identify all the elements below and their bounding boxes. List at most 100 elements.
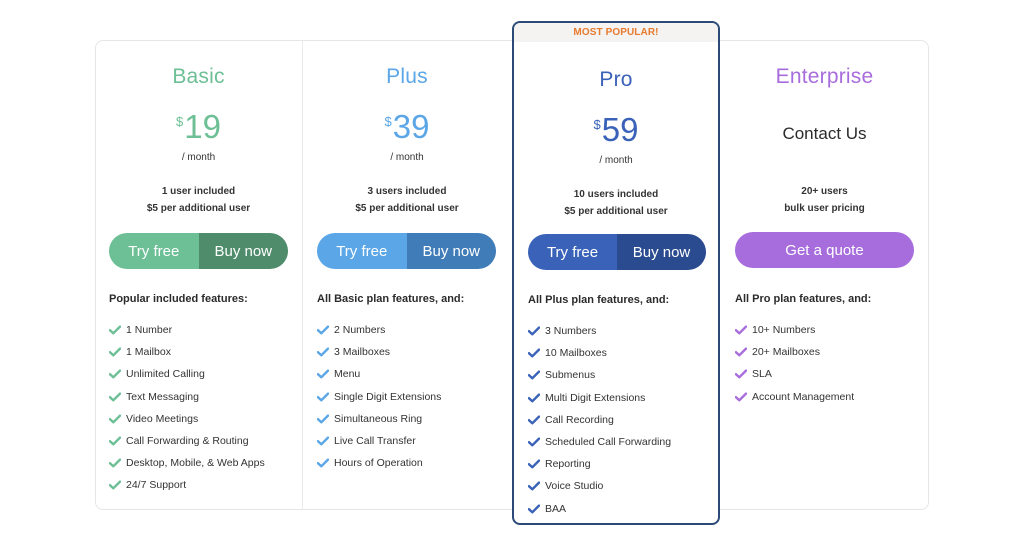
feature-item: Desktop, Mobile, & Web Apps [109, 452, 298, 474]
users-included: 3 users included [367, 186, 447, 197]
billing-period: / month [599, 155, 633, 166]
checkmark-icon [109, 347, 121, 357]
plan-name: Pro [599, 68, 633, 91]
additional-user-price: $5 per additional user [564, 206, 668, 217]
most-popular-badge: MOST POPULAR! [514, 23, 718, 42]
feature-list: 3 Numbers 10 Mailboxes Submenus Multi Digit… [528, 320, 714, 520]
features-title: All Basic plan features, and: [317, 293, 465, 305]
feature-label: BAA [545, 502, 567, 515]
feature-list: 1 Number 1 Mailbox Unlimited Calling Text M… [109, 319, 298, 497]
feature-label: 10+ Numbers [752, 324, 816, 337]
checkmark-icon [109, 414, 121, 424]
users-info: 20+ users bulk user pricing [720, 183, 929, 217]
features-title: Popular included features: [109, 293, 248, 305]
checkmark-icon [317, 436, 329, 446]
feature-item: Video Meetings [109, 408, 298, 430]
feature-item: 10 Mailboxes [528, 342, 714, 364]
checkmark-icon [317, 414, 329, 424]
feature-label: Call Forwarding & Routing [126, 435, 249, 448]
cta-group: Try free Buy now [317, 233, 496, 269]
checkmark-icon [735, 325, 747, 335]
feature-item: 1 Number [109, 319, 298, 341]
feature-list: 2 Numbers 3 Mailboxes Menu Single Digit Ext… [317, 319, 507, 474]
feature-label: 20+ Mailboxes [752, 346, 820, 359]
feature-label: Desktop, Mobile, & Web Apps [126, 457, 265, 470]
checkmark-icon [735, 369, 747, 379]
feature-label: 3 Numbers [545, 325, 597, 338]
users-included: 1 user included [161, 186, 236, 197]
try-free-button[interactable]: Try free [317, 233, 407, 269]
plan-price: $39 [303, 110, 511, 143]
users-info: 3 users included $5 per additional user [303, 183, 511, 217]
feature-label: Submenus [545, 369, 596, 382]
feature-label: Account Management [752, 390, 855, 403]
try-free-button[interactable]: Try free [109, 233, 199, 269]
billing-period: / month [181, 152, 216, 163]
additional-user-price: $5 per additional user [355, 203, 459, 214]
feature-item: BAA [528, 498, 714, 520]
checkmark-icon [528, 348, 540, 358]
checkmark-icon [317, 369, 329, 379]
feature-label: Hours of Operation [334, 457, 423, 470]
users-info: 10 users included $5 per additional user [514, 186, 718, 220]
checkmark-icon [528, 503, 540, 514]
currency-symbol: $ [384, 114, 392, 129]
checkmark-icon [528, 370, 540, 380]
buy-now-button[interactable]: Buy now [198, 233, 288, 269]
price-amount: 39 [392, 108, 430, 145]
feature-item: 10+ Numbers [735, 319, 925, 341]
feature-item: 3 Mailboxes [317, 341, 507, 363]
get-a-quote-button[interactable]: Get a quote [735, 232, 914, 268]
feature-item: Call Recording [528, 409, 714, 431]
plan-card-enterprise: Enterprise Contact Us 20+ users bulk use… [720, 40, 929, 510]
checkmark-icon [317, 325, 329, 335]
try-free-button[interactable]: Try free [528, 234, 617, 270]
checkmark-icon [109, 436, 121, 446]
checkmark-icon [109, 458, 121, 468]
feature-label: 3 Mailboxes [334, 346, 391, 359]
feature-label: Menu [334, 368, 361, 381]
feature-label: 1 Number [126, 324, 173, 337]
plan-name: Basic [172, 65, 225, 88]
plan-card-basic: Basic $19 / month 1 user included $5 per… [95, 40, 303, 510]
feature-item: Hours of Operation [317, 452, 507, 474]
checkmark-icon [528, 326, 540, 336]
currency-symbol: $ [593, 117, 601, 132]
feature-item: Call Forwarding & Routing [109, 430, 298, 452]
feature-item: Submenus [528, 364, 714, 386]
price-amount: 59 [601, 111, 639, 148]
feature-item: 2 Numbers [317, 319, 507, 341]
buy-now-button[interactable]: Buy now [617, 234, 706, 270]
feature-label: 1 Mailbox [126, 346, 171, 359]
feature-item: Live Call Transfer [317, 430, 507, 452]
checkmark-icon [528, 481, 540, 491]
contact-us-label: Contact Us [782, 124, 867, 143]
feature-label: Reporting [545, 458, 591, 471]
feature-label: Unlimited Calling [126, 368, 205, 381]
feature-item: SLA [735, 363, 925, 385]
checkmark-icon [735, 392, 747, 402]
feature-label: Single Digit Extensions [334, 390, 442, 403]
currency-symbol: $ [176, 114, 184, 129]
feature-label: 24/7 Support [126, 479, 187, 492]
buy-now-button[interactable]: Buy now [406, 233, 496, 269]
feature-item: Reporting [528, 453, 714, 475]
checkmark-icon [735, 347, 747, 357]
feature-item: Account Management [735, 386, 925, 408]
feature-label: Multi Digit Extensions [545, 391, 646, 404]
feature-item: Multi Digit Extensions [528, 387, 714, 409]
checkmark-icon [317, 347, 329, 357]
feature-label: SLA [752, 368, 772, 381]
plan-name: Plus [386, 65, 428, 88]
feature-item: Simultaneous Ring [317, 408, 507, 430]
billing-period: / month [390, 152, 424, 163]
checkmark-icon [109, 369, 121, 379]
features-title: All Pro plan features, and: [735, 293, 872, 305]
bulk-pricing: bulk user pricing [784, 203, 865, 214]
feature-item: Voice Studio [528, 475, 714, 497]
feature-label: Scheduled Call Forwarding [545, 436, 672, 449]
feature-label: Voice Studio [545, 480, 604, 493]
checkmark-icon [317, 458, 329, 468]
feature-item: 3 Numbers [528, 320, 714, 342]
checkmark-icon [109, 325, 121, 335]
